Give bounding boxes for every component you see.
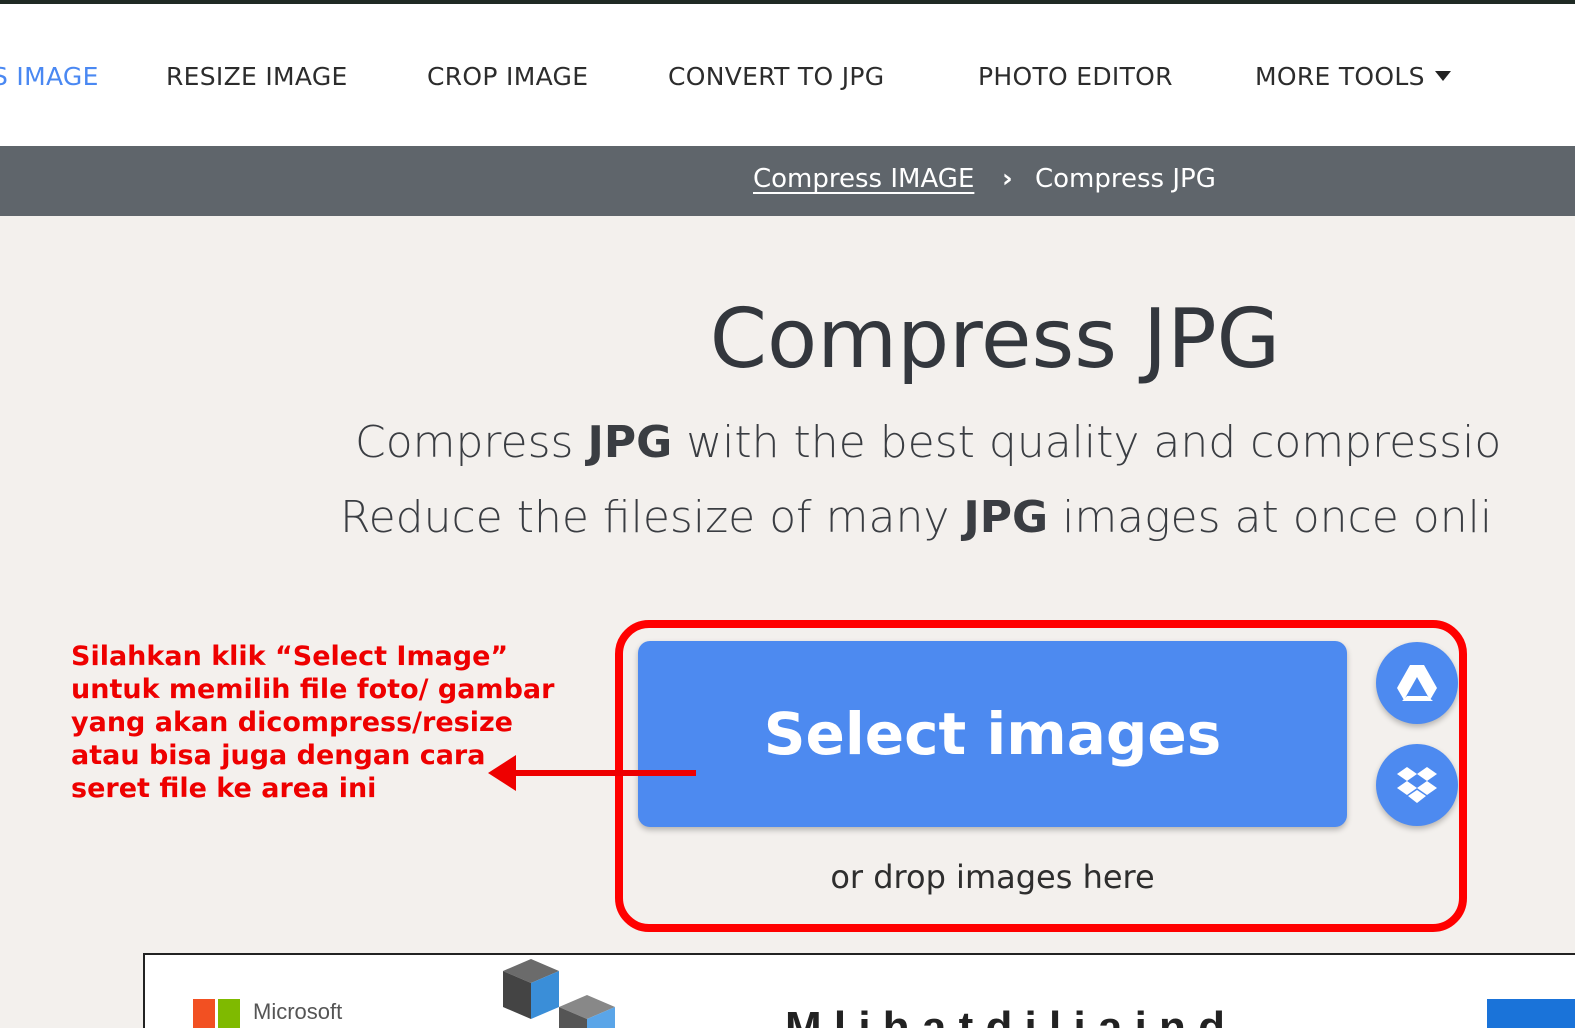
nav-item-convert-to-jpg[interactable]: CONVERT TO JPG [668, 62, 884, 91]
subtitle-line-2: Reduce the filesize of many JPG images a… [340, 492, 1492, 543]
annotation-line: yang akan dicompress/resize [71, 707, 513, 738]
annotation-arrow-shaft [506, 770, 696, 776]
nav-item-resize-image[interactable]: RESIZE IMAGE [166, 62, 348, 91]
subtitle-1-bold: JPG [587, 417, 673, 468]
subtitle-2-bold: JPG [963, 492, 1049, 543]
caret-down-icon [1434, 71, 1451, 81]
top-navigation: S IMAGE RESIZE IMAGE CROP IMAGE CONVERT … [0, 0, 1575, 146]
subtitle-2-post: images at once onli [1048, 492, 1493, 543]
nav-item-more-tools[interactable]: MORE TOOLS [1255, 62, 1451, 91]
page: S IMAGE RESIZE IMAGE CROP IMAGE CONVERT … [0, 0, 1575, 1028]
drop-zone-highlight[interactable] [615, 620, 1467, 932]
arrow-left-icon [488, 755, 516, 791]
page-title: Compress JPG [709, 292, 1281, 387]
subtitle-1-pre: Compress [355, 417, 588, 468]
ad-cta-button[interactable] [1487, 999, 1575, 1028]
nav-item-photo-editor[interactable]: PHOTO EDITOR [978, 62, 1173, 91]
ad-brand: Microsoft [253, 999, 343, 1024]
nav-item-compress-image[interactable]: S IMAGE [0, 62, 99, 91]
more-tools-label: MORE TOOLS [1255, 62, 1425, 91]
ad-headline: M l i h a t d i l i a i n d [785, 1003, 1226, 1028]
chevron-right-icon: › [1002, 164, 1013, 194]
breadcrumb-current: Compress JPG [1035, 164, 1216, 194]
annotation-line: untuk memilih file foto/ gambar [71, 674, 555, 705]
subtitle-2-pre: Reduce the filesize of many [340, 492, 964, 543]
microsoft-logo-icon [193, 999, 240, 1028]
subtitle-1-post: with the best quality and compressio [672, 417, 1502, 468]
annotation-line: Silahkan klik “Select Image” [71, 641, 509, 672]
breadcrumb-link-compress-image[interactable]: Compress IMAGE [753, 164, 974, 194]
cubes-icon [503, 959, 615, 1028]
nav-item-crop-image[interactable]: CROP IMAGE [427, 62, 588, 91]
subtitle-line-1: Compress JPG with the best quality and c… [355, 417, 1501, 468]
ad-banner[interactable]: Microsoft M l i h a t d i l i a i n d [143, 953, 1575, 1028]
